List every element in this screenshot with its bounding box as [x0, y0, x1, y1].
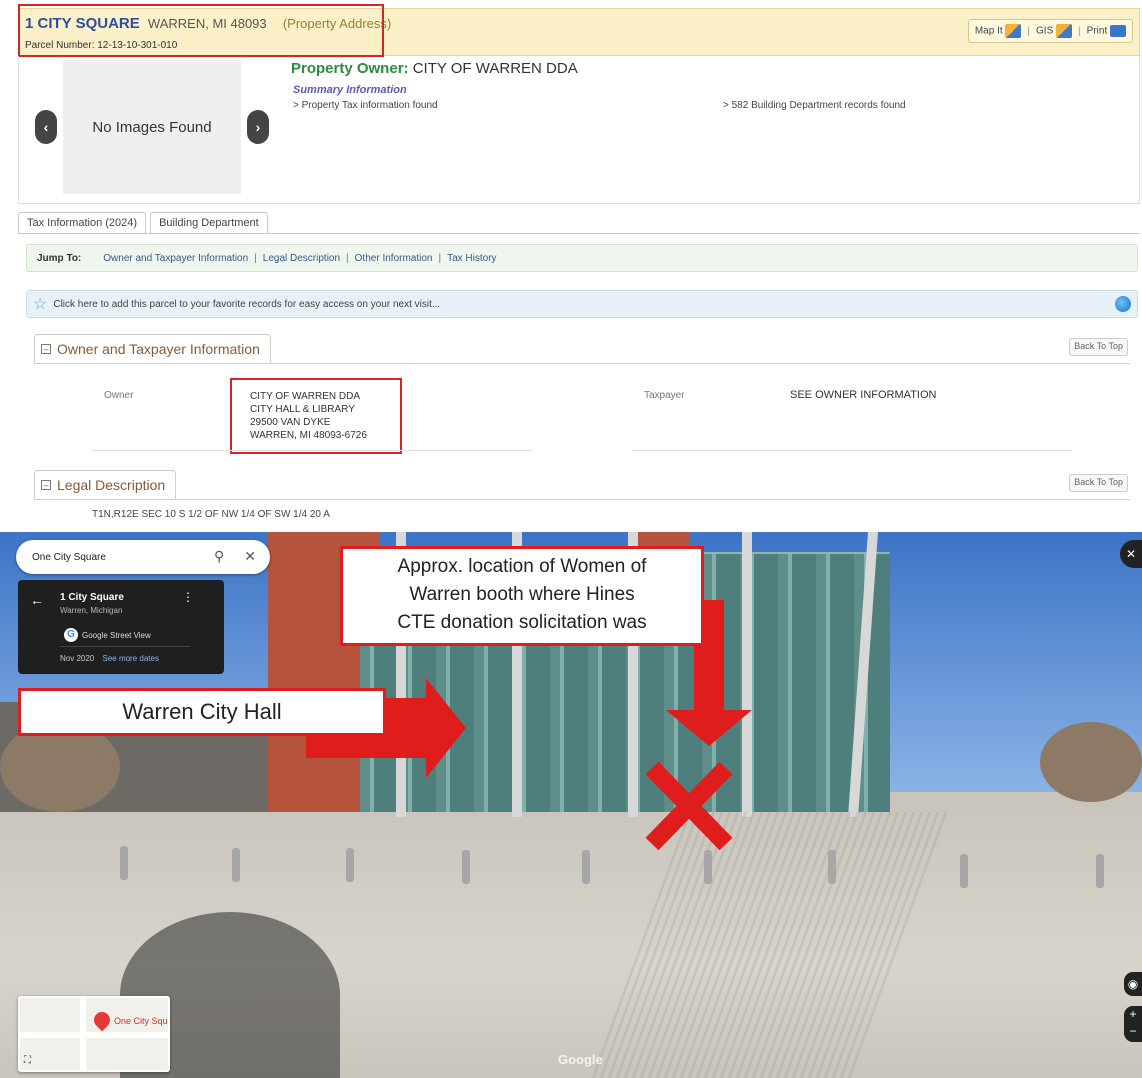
close-icon[interactable]: ✕ — [244, 548, 256, 565]
jump-separator: | — [254, 252, 257, 264]
capture-date-value: Nov 2020 — [60, 654, 95, 663]
compass-button[interactable]: ◉ — [1124, 972, 1142, 996]
maps-search-box[interactable]: One City Square ⚲ ✕ — [16, 540, 270, 574]
section-owner-taxpayer[interactable]: – Owner and Taxpayer Information — [34, 334, 271, 364]
favorite-text: Click here to add this parcel to your fa… — [53, 298, 441, 310]
legal-description-text: T1N,R12E SEC 10 S 1/2 OF NW 1/4 OF SW 1/… — [92, 509, 330, 520]
jump-other-link[interactable]: Other Information — [355, 253, 433, 264]
minimap[interactable]: One City Squ ⛶ — [18, 996, 170, 1072]
google-logo: Google — [558, 1052, 603, 1067]
collapse-icon[interactable]: – — [41, 344, 51, 354]
jump-to-bar: Jump To: Owner and Taxpayer Information … — [26, 244, 1138, 272]
printer-icon — [1110, 25, 1126, 37]
section-divider — [34, 363, 1130, 364]
map-it-link[interactable]: Map It — [975, 24, 1022, 38]
map-road — [20, 1032, 168, 1038]
header-toolbar: Map It | GIS | Print — [967, 19, 1133, 43]
source-label: Google Street View — [82, 630, 151, 640]
city-hall-label: Warren City Hall — [18, 688, 386, 736]
owner-name: CITY OF WARREN DDA — [412, 60, 578, 77]
card-subtitle: Warren, Michigan — [60, 606, 123, 615]
callout-line-2: Warren booth where Hines — [409, 584, 635, 605]
location-pin-icon[interactable]: ⋮ — [182, 590, 194, 604]
property-summary-panel: ‹ No Images Found › Property Owner: CITY… — [18, 56, 1140, 204]
field-underline — [92, 450, 532, 451]
see-more-dates-link[interactable]: See more dates — [102, 654, 158, 663]
gis-icon — [1056, 24, 1073, 38]
card-title: 1 City Square — [60, 592, 124, 603]
jump-label: Jump To: — [37, 252, 82, 264]
highlight-owner-box — [230, 378, 402, 454]
tab-building-department[interactable]: Building Department — [150, 212, 268, 234]
back-to-top-button[interactable]: Back To Top — [1069, 474, 1128, 492]
back-arrow-icon[interactable]: ← — [30, 592, 44, 608]
expand-map-icon[interactable]: ⛶ — [24, 1055, 31, 1066]
jump-tax-history-link[interactable]: Tax History — [447, 253, 496, 264]
map-icon — [1005, 24, 1022, 38]
jump-separator: | — [438, 252, 442, 264]
property-record-page: 1 CITY SQUARE WARREN, MI 48093 (Property… — [0, 0, 1142, 532]
gis-link[interactable]: GIS — [1036, 24, 1073, 38]
property-owner: Property Owner: CITY OF WARREN DDA — [291, 60, 578, 77]
print-link[interactable]: Print — [1087, 25, 1126, 37]
minimap-label: One City Squ — [114, 1016, 168, 1026]
summary-building-link[interactable]: > 582 Building Department records found — [723, 100, 906, 111]
highlight-address-box — [18, 4, 384, 57]
owner-field-label: Owner — [104, 390, 134, 401]
maps-search-input[interactable]: One City Square — [32, 552, 106, 563]
callout-line-3: CTE donation solicitation was — [397, 612, 647, 633]
summary-title: Summary Information — [293, 84, 407, 96]
jump-owner-link[interactable]: Owner and Taxpayer Information — [103, 253, 248, 264]
section-divider — [34, 499, 1130, 500]
star-icon: ☆ — [33, 296, 48, 313]
street-view-info-card: ← 1 City Square Warren, Michigan ⋮ G Goo… — [18, 580, 224, 674]
taxpayer-value: SEE OWNER INFORMATION — [790, 389, 937, 401]
map-road — [80, 998, 86, 1070]
card-divider — [60, 646, 190, 647]
photo-placeholder: No Images Found — [63, 60, 241, 194]
callout-line-1: Approx. location of Women of — [397, 556, 647, 577]
search-icon[interactable]: ⚲ — [214, 548, 224, 565]
tab-divider — [18, 233, 1140, 234]
zoom-controls[interactable]: + − — [1124, 1006, 1142, 1042]
summary-tax-link[interactable]: > Property Tax information found — [293, 100, 438, 111]
globe-icon[interactable] — [1115, 296, 1131, 312]
taxpayer-field-label: Taxpayer — [644, 390, 685, 401]
street-view-source: G Google Street View — [64, 628, 151, 642]
field-underline — [632, 450, 1072, 451]
add-favorite-bar[interactable]: ☆ Click here to add this parcel to your … — [26, 290, 1138, 318]
next-image-button[interactable]: › — [247, 110, 269, 144]
previous-image-button[interactable]: ‹ — [35, 110, 57, 144]
collapse-icon[interactable]: – — [41, 480, 51, 490]
section-legal-description[interactable]: – Legal Description — [34, 470, 177, 500]
street-view-panel[interactable]: Approx. location of Women of Warren boot… — [0, 532, 1142, 1078]
capture-date: Nov 2020 See more dates — [60, 654, 159, 663]
back-to-top-button[interactable]: Back To Top — [1069, 338, 1128, 356]
section-title: Owner and Taxpayer Information — [57, 341, 260, 357]
street-view-close-button[interactable]: ✕ — [1120, 540, 1142, 568]
jump-separator: | — [346, 252, 349, 264]
tab-tax-information[interactable]: Tax Information (2024) — [18, 212, 147, 234]
toolbar-separator: | — [1078, 25, 1081, 37]
section-title: Legal Description — [57, 477, 166, 493]
booth-location-callout: Approx. location of Women of Warren boot… — [340, 546, 704, 646]
google-g-icon: G — [64, 628, 78, 642]
owner-label: Property Owner: — [291, 60, 409, 77]
record-tabs: Tax Information (2024) Building Departme… — [18, 212, 268, 234]
jump-legal-link[interactable]: Legal Description — [263, 253, 340, 264]
toolbar-separator: | — [1027, 25, 1031, 37]
map-pin-icon — [90, 1008, 114, 1032]
